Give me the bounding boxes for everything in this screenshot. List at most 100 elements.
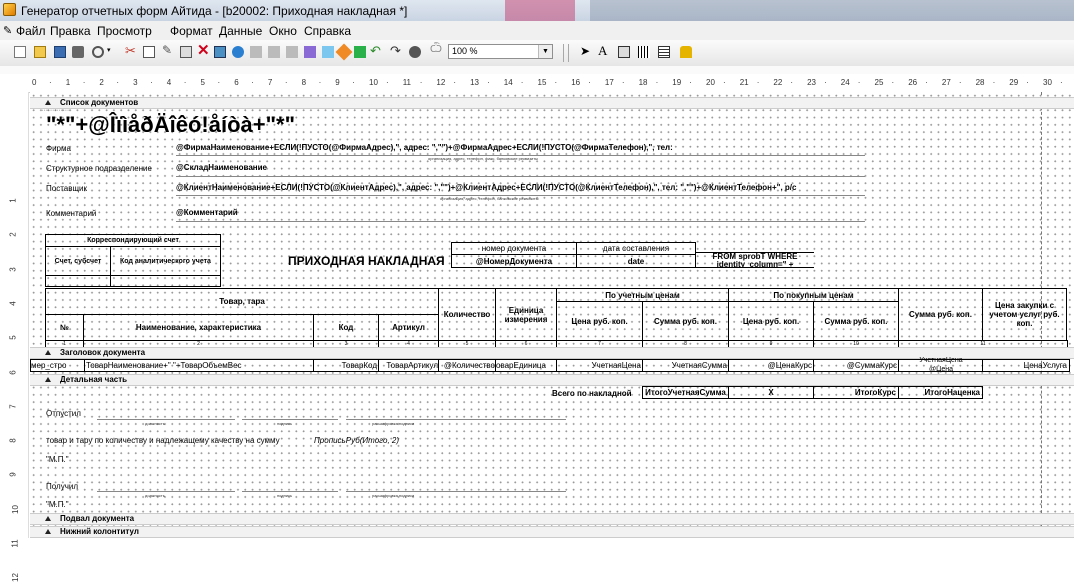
table-tool-icon[interactable]	[658, 46, 670, 58]
detail-price-field[interactable]: УчетнаяЦена	[557, 361, 641, 370]
unit-header[interactable]: Единица измерения	[495, 288, 557, 341]
mdi-doc-icon[interactable]: ✎	[3, 24, 12, 37]
send-back-icon[interactable]	[322, 46, 334, 58]
band-page-footer[interactable]: Нижний колонтитул	[30, 526, 1074, 538]
division-value-field[interactable]: @СкладНаименование	[176, 163, 267, 172]
menu-view[interactable]: Просмотр	[97, 24, 152, 38]
totals-label[interactable]: Всего по накладной	[552, 389, 632, 398]
preview-dropdown-icon[interactable]: ▾	[107, 46, 111, 54]
menu-help[interactable]: Справка	[304, 24, 351, 38]
menu-file[interactable]: Файл	[16, 24, 46, 38]
acc-price-header[interactable]: Цена руб. коп.	[556, 301, 643, 341]
article-header[interactable]: Артикул	[378, 314, 439, 341]
detail-pprice-field[interactable]: @ЦенаКурс	[729, 361, 812, 370]
bring-front-icon[interactable]	[304, 46, 316, 58]
total-sum-header[interactable]: Сумма руб. коп.	[898, 288, 983, 341]
run-icon[interactable]	[354, 46, 366, 58]
align-right-icon[interactable]	[268, 46, 280, 58]
chevron-down-icon[interactable]: ▼	[538, 45, 552, 58]
detail-total2-field[interactable]: @Цена	[900, 366, 982, 373]
detail-name-field[interactable]: ТоварНаименование+" "+ТоварОбъемВес	[86, 361, 313, 370]
by-accounting-header[interactable]: По учетным ценам	[556, 288, 729, 302]
collapse-icon[interactable]	[45, 377, 51, 382]
detail-column-divider	[556, 359, 557, 372]
detail-num-field[interactable]: мер_стро	[31, 361, 83, 370]
code-header[interactable]: Код	[313, 314, 379, 341]
text-tool-icon[interactable]: A	[598, 43, 607, 59]
detail-psum-field[interactable]: @СуммаКурс	[814, 361, 897, 370]
properties-icon[interactable]	[335, 43, 353, 61]
totals-purchase[interactable]: ИтогоКурс	[813, 386, 899, 399]
collapse-icon[interactable]	[45, 350, 51, 355]
no-header[interactable]: №	[45, 314, 84, 341]
paste-icon[interactable]	[180, 46, 192, 58]
comment-value-field[interactable]: @Комментарий	[176, 208, 238, 217]
by-purchase-header[interactable]: По покупным ценам	[728, 288, 899, 302]
detail-qty-field[interactable]: @Количество	[439, 361, 495, 370]
cut-icon[interactable]: ✂	[125, 43, 136, 59]
copy-icon[interactable]	[143, 46, 155, 58]
menu-data[interactable]: Данные	[219, 24, 262, 38]
totals-acc-sum[interactable]: ИтогоУчетнаяСумма	[642, 386, 729, 399]
pur-price-header[interactable]: Цена руб. коп.	[728, 301, 814, 341]
print-icon[interactable]	[72, 46, 84, 58]
save-icon[interactable]	[54, 46, 66, 58]
band-detail[interactable]: Детальная часть	[30, 374, 1074, 386]
doc-date-field[interactable]: date	[576, 254, 696, 268]
detail-last-field[interactable]: ЦенаУслуга	[983, 361, 1067, 370]
firm-value-field[interactable]: @ФирмаНаименование+ЕСЛИ(!ПУСТО(@ФирмаАдр…	[176, 143, 673, 152]
new-icon[interactable]	[14, 46, 26, 58]
redo-icon[interactable]: ↷	[390, 43, 401, 59]
collapse-icon[interactable]	[45, 529, 51, 534]
amount-words-field[interactable]: ПрописьРуб(Итого, 2)	[314, 436, 399, 445]
purchase-price-header[interactable]: Цена закупки с учетом услуг руб. коп.	[982, 288, 1067, 341]
name-header[interactable]: Наименование, характеристика	[83, 314, 314, 341]
garbled-doc-title-field[interactable]: "*"+@ÎïìåðÄîêó!åíòà+"*"	[46, 112, 295, 138]
align-left-icon[interactable]	[250, 46, 262, 58]
stop-icon[interactable]	[409, 46, 421, 58]
preview-icon[interactable]	[92, 46, 104, 58]
received-signature-hint: подпись	[277, 493, 293, 498]
detail-article-field[interactable]: ТоварАртикул	[379, 361, 438, 370]
menu-window[interactable]: Окно	[269, 24, 297, 38]
align-top-icon[interactable]	[286, 46, 298, 58]
account-col1[interactable]: Счет, субсчет	[45, 246, 111, 276]
doc-number-field[interactable]: @НомерДокумента	[451, 254, 577, 268]
menu-format[interactable]: Формат	[170, 24, 213, 38]
pur-sum-header[interactable]: Сумма руб. коп.	[813, 301, 899, 341]
totals-markup[interactable]: ИтогоНаценка	[898, 386, 983, 399]
collapse-icon[interactable]	[45, 100, 51, 105]
menu-edit[interactable]: Правка	[50, 24, 91, 38]
band-doc-footer[interactable]: Подвал документа	[30, 513, 1074, 525]
ruler-tick-label: 4	[166, 78, 172, 87]
collapse-icon[interactable]	[45, 516, 51, 521]
pointer-icon[interactable]: ➤	[580, 44, 590, 58]
open-icon[interactable]	[34, 46, 46, 58]
barcode-tool-icon[interactable]	[638, 46, 650, 58]
received-position-line	[97, 491, 235, 492]
delete-icon[interactable]: ✕	[197, 41, 210, 59]
goods-header[interactable]: Товар, тара	[45, 288, 439, 315]
acc-sum-header[interactable]: Сумма руб. коп.	[642, 301, 729, 341]
account-value1[interactable]	[45, 275, 111, 287]
document-title[interactable]: ПРИХОДНАЯ НАКЛАДНАЯ	[288, 254, 445, 268]
qty-header[interactable]: Количество	[438, 288, 496, 341]
refresh-icon[interactable]	[232, 46, 244, 58]
zoom-select[interactable]: 100 % ▼	[448, 44, 553, 59]
detail-code-field[interactable]: ТоварКод	[314, 361, 377, 370]
totals-x[interactable]: X	[728, 386, 814, 399]
image-tool-icon[interactable]	[618, 46, 630, 58]
account-value2[interactable]	[110, 275, 221, 287]
supplier-value-field[interactable]: @КлиентНаименование+ЕСЛИ(!ПУСТО(@КлиентА…	[176, 183, 796, 192]
supplier-label: Поставщик	[46, 184, 88, 193]
format-painter-icon[interactable]: ✎	[162, 43, 172, 57]
lock-icon[interactable]	[680, 46, 692, 58]
sql-text-field[interactable]: FROM sprobT WHERE identity_column=" +	[696, 252, 814, 268]
detail-sum-field[interactable]: УчетнаяСумма	[643, 361, 727, 370]
ruler-minor-tick: ·	[992, 78, 996, 87]
undo-icon[interactable]: ↶	[370, 43, 381, 59]
account-col2[interactable]: Код аналитического учета	[110, 246, 221, 276]
detail-unit-field[interactable]: оварЕдиница	[496, 361, 556, 370]
grid-icon[interactable]	[214, 46, 226, 58]
detail-total-field[interactable]: УчетнаяЦена	[900, 357, 982, 364]
